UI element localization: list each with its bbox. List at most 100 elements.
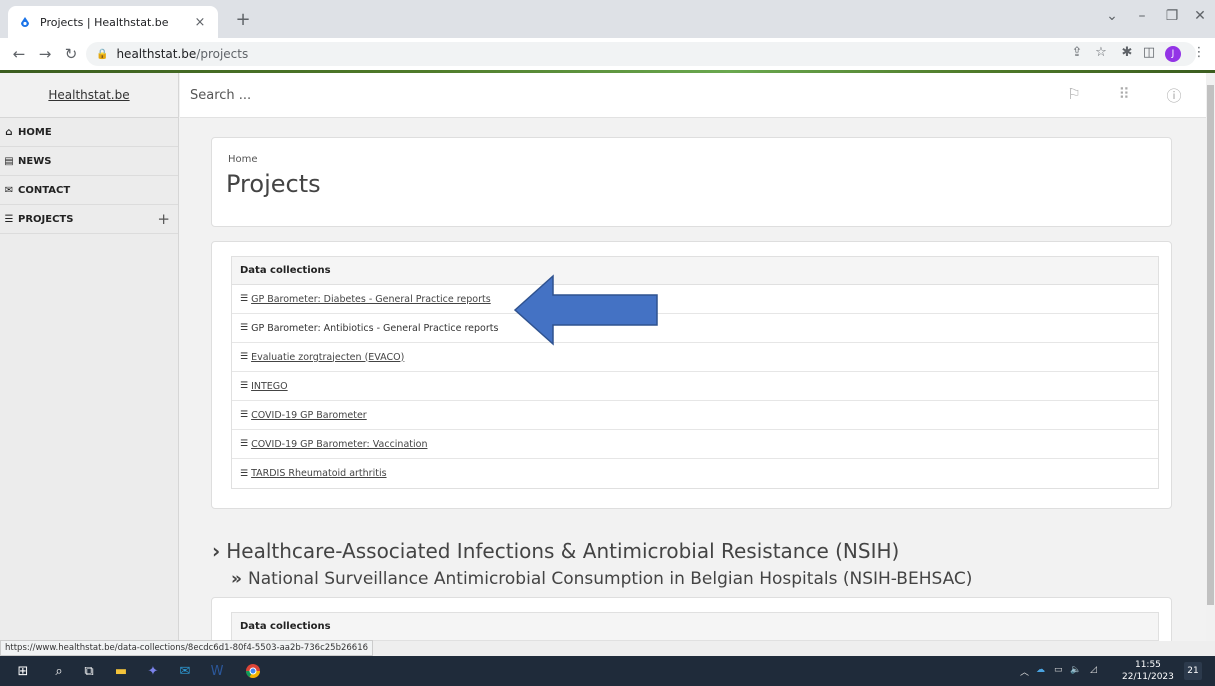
word-icon[interactable]: W — [208, 662, 226, 680]
page-scrollbar[interactable] — [1206, 73, 1215, 641]
reload-icon[interactable]: ↻ — [60, 45, 82, 63]
collection-link[interactable]: TARDIS Rheumatoid arthritis — [251, 468, 386, 479]
url-host: healthstat.be — [116, 47, 197, 61]
sidebar-item-contact[interactable]: ✉ CONTACT — [0, 176, 178, 205]
flag-icon[interactable]: ⚐ — [1064, 85, 1084, 103]
restore-icon[interactable]: ❐ — [1160, 8, 1184, 24]
breadcrumb[interactable]: Home — [228, 154, 258, 165]
table-row: ☰ GP Barometer: Diabetes - General Pract… — [232, 285, 1158, 314]
web-page: Healthstat.be ⌂ HOME ▤ NEWS ✉ CONTACT ☰ … — [0, 73, 1206, 641]
envelope-icon: ✉ — [4, 184, 14, 196]
table-row: ☰ Evaluatie zorgtrajecten (EVACO) — [232, 343, 1158, 372]
search-icon[interactable]: ⌕ — [50, 662, 68, 680]
share-icon[interactable]: ⇪ — [1068, 45, 1086, 60]
subsection-heading: » National Surveillance Antimicrobial Con… — [231, 569, 972, 589]
data-collections-table-2: Data collections — [231, 612, 1159, 641]
collection-link[interactable]: INTEGO — [251, 381, 288, 392]
sidebar-item-label: NEWS — [18, 155, 52, 167]
table-header: Data collections — [232, 613, 1158, 641]
profile-avatar[interactable]: J — [1165, 46, 1181, 62]
site-brand-link[interactable]: Healthstat.be — [0, 73, 178, 118]
battery-icon[interactable]: ▭ — [1054, 665, 1063, 675]
sidebar: Healthstat.be ⌂ HOME ▤ NEWS ✉ CONTACT ☰ … — [0, 73, 179, 641]
database-icon: ☰ — [240, 294, 249, 304]
section-heading-text: Healthcare-Associated Infections & Antim… — [226, 539, 900, 563]
database-icon: ☰ — [240, 381, 249, 391]
user-account-icon[interactable]: ⓘ — [1164, 85, 1184, 106]
task-view-icon[interactable]: ⧉ — [80, 662, 98, 680]
home-icon: ⌂ — [5, 126, 13, 138]
site-header: Search ... ⚐ ⠿ ⓘ — [180, 73, 1206, 118]
chrome-icon[interactable] — [244, 662, 262, 680]
scrollbar-thumb[interactable] — [1207, 85, 1214, 605]
tab-search-icon[interactable]: ⌄ — [1100, 8, 1124, 24]
data-collections-card-2: Data collections — [211, 597, 1172, 641]
page-title: Projects — [226, 170, 321, 198]
address-bar[interactable]: 🔒 healthstat.be/projects — [86, 42, 1196, 66]
tab-title: Projects | Healthstat.be — [40, 15, 169, 29]
section-heading: › Healthcare-Associated Infections & Anti… — [212, 539, 899, 563]
sidebar-item-home[interactable]: ⌂ HOME — [0, 118, 178, 147]
taskbar-clock[interactable]: 11:55 22/11/2023 — [1122, 659, 1174, 683]
title-card: Home Projects — [211, 137, 1172, 227]
teams-icon[interactable]: ✦ — [144, 662, 162, 680]
data-collections-table: Data collections ☰ GP Barometer: Diabete… — [231, 256, 1159, 489]
sidebar-item-projects[interactable]: ☰ PROJECTS + — [0, 205, 178, 234]
clock-time: 11:55 — [1134, 660, 1161, 670]
subsection-heading-text: National Surveillance Antimicrobial Cons… — [247, 569, 973, 589]
sidebar-item-label: HOME — [18, 126, 52, 138]
outlook-icon[interactable]: ✉ — [176, 662, 194, 680]
table-row: ☰ COVID-19 GP Barometer: Vaccination — [232, 430, 1158, 459]
lock-icon: 🔒 — [96, 48, 109, 60]
bookmark-star-icon[interactable]: ☆ — [1092, 45, 1110, 60]
collection-link[interactable]: COVID-19 GP Barometer: Vaccination — [251, 439, 427, 450]
collection-link[interactable]: GP Barometer: Diabetes - General Practic… — [251, 294, 491, 305]
url-path: /projects — [196, 47, 249, 61]
network-icon[interactable]: ◿ — [1090, 665, 1097, 675]
windows-start-icon[interactable]: ⊞ — [14, 662, 32, 680]
database-icon: ☰ — [240, 410, 249, 420]
notification-center-icon[interactable]: 21 — [1184, 662, 1202, 680]
apps-grid-icon[interactable]: ⠿ — [1114, 85, 1134, 103]
sidebar-item-label: PROJECTS — [18, 213, 74, 225]
back-icon[interactable]: ← — [8, 45, 30, 63]
chevron-right-icon: › — [212, 539, 221, 563]
annotation-arrow-icon — [513, 274, 658, 346]
side-panel-icon[interactable]: ◫ — [1140, 45, 1158, 60]
minimize-icon[interactable]: – — [1130, 8, 1154, 24]
browser-tab-strip: Projects | Healthstat.be × + ⌄ – ❐ ✕ — [0, 0, 1215, 38]
expand-projects-button[interactable]: + — [157, 210, 170, 228]
file-explorer-icon[interactable]: ▬ — [112, 662, 130, 680]
database-icon: ☰ — [240, 352, 249, 362]
healthstat-favicon-icon — [18, 15, 32, 29]
onedrive-icon[interactable]: ☁ — [1036, 665, 1045, 675]
collection-link[interactable]: GP Barometer: Antibiotics - General Prac… — [251, 323, 498, 334]
close-window-icon[interactable]: ✕ — [1188, 8, 1212, 24]
table-row: ☰ GP Barometer: Antibiotics - General Pr… — [232, 314, 1158, 343]
tab-close-icon[interactable]: × — [192, 15, 208, 30]
collection-link[interactable]: COVID-19 GP Barometer — [251, 410, 367, 421]
menu-kebab-icon[interactable]: ⋮ — [1190, 45, 1208, 60]
tray-chevron-icon[interactable]: ︿ — [1020, 665, 1029, 678]
sidebar-item-news[interactable]: ▤ NEWS — [0, 147, 178, 176]
database-icon: ☰ — [4, 213, 14, 225]
collection-link[interactable]: Evaluatie zorgtrajecten (EVACO) — [251, 352, 404, 363]
double-chevron-right-icon: » — [231, 569, 242, 589]
new-tab-button[interactable]: + — [232, 9, 254, 30]
sidebar-item-label: CONTACT — [18, 184, 71, 196]
forward-icon[interactable]: → — [34, 45, 56, 63]
windows-taskbar: ⊞ ⌕ ⧉ ▬ ✦ ✉ W ︿ ☁ ▭ 🔈 ◿ 11:55 22/11/2023… — [0, 656, 1215, 686]
database-icon: ☰ — [240, 439, 249, 449]
table-row: ☰ INTEGO — [232, 372, 1158, 401]
table-row: ☰ COVID-19 GP Barometer — [232, 401, 1158, 430]
table-row: ☰ TARDIS Rheumatoid arthritis — [232, 459, 1158, 488]
browser-tab[interactable]: Projects | Healthstat.be × — [8, 6, 218, 38]
extensions-icon[interactable]: ✱ — [1118, 45, 1136, 60]
newspaper-icon: ▤ — [4, 155, 14, 167]
link-status-bar: https://www.healthstat.be/data-collectio… — [0, 640, 374, 656]
volume-icon[interactable]: 🔈 — [1070, 665, 1081, 675]
clock-date: 22/11/2023 — [1122, 672, 1174, 682]
search-input[interactable]: Search ... — [190, 88, 251, 103]
browser-toolbar: ← → ↻ 🔒 healthstat.be/projects ⇪ ☆ ✱ ◫ J… — [0, 38, 1215, 70]
data-collections-card: Data collections ☰ GP Barometer: Diabete… — [211, 241, 1172, 509]
